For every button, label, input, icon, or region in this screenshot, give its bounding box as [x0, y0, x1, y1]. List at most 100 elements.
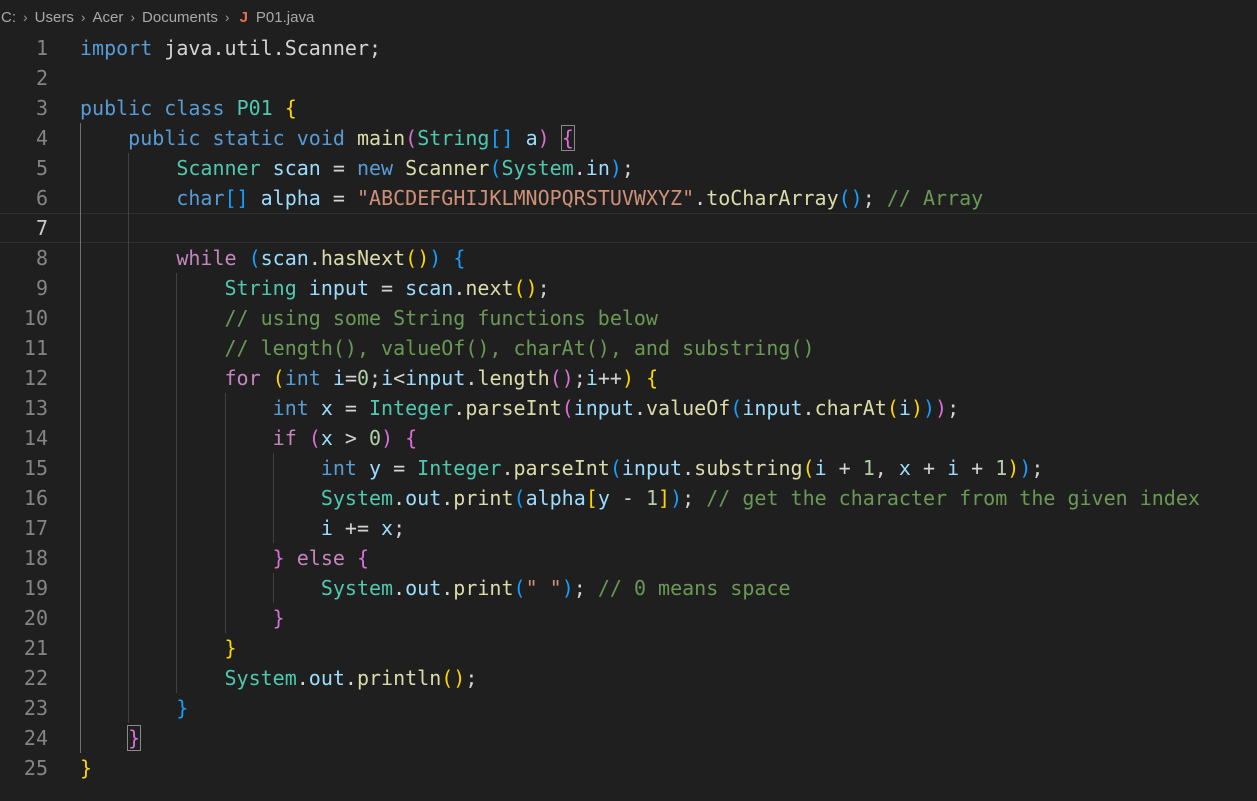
- breadcrumb-acer[interactable]: Acer: [92, 9, 125, 26]
- code-token: (): [405, 246, 430, 270]
- code-line[interactable]: 6 char[] alpha = "ABCDEFGHIJKLMNOPQRSTUV…: [0, 183, 1257, 213]
- code-line[interactable]: 9 String input = scan.next();: [0, 273, 1257, 303]
- code-token: input: [742, 396, 803, 420]
- code-line[interactable]: 22 System.out.println();: [0, 663, 1257, 693]
- code-editor[interactable]: 1 import java.util.Scanner; 2 3 public class…: [0, 33, 1257, 801]
- code-token: {: [405, 426, 418, 450]
- code-token: in: [585, 156, 610, 180]
- indent-guide: [128, 153, 130, 723]
- code-line[interactable]: 23 }: [0, 693, 1257, 723]
- code-line[interactable]: 3 public class P01 {: [0, 93, 1257, 123]
- code-token: [: [585, 486, 598, 510]
- code-token: int: [320, 456, 357, 480]
- indent-guide: [224, 393, 226, 633]
- code-line[interactable]: 4 public static void main(String[] a) {: [0, 123, 1257, 153]
- code-line[interactable]: 2: [0, 63, 1257, 93]
- code-token: 0: [356, 366, 370, 390]
- code-line[interactable]: 14 if (x > 0) {: [0, 423, 1257, 453]
- code-token: ]: [658, 486, 671, 510]
- code-token: ): [1019, 456, 1032, 480]
- line-number: 22: [23, 666, 48, 690]
- code-token: a: [525, 126, 538, 150]
- line-number: 21: [23, 636, 48, 660]
- code-line[interactable]: 21 }: [0, 633, 1257, 663]
- code-token: if: [272, 426, 297, 450]
- line-number: 23: [23, 696, 48, 720]
- code-line[interactable]: 17 i += x;: [0, 513, 1257, 543]
- code-token: char: [176, 186, 225, 210]
- code-line[interactable]: 24 }: [0, 723, 1257, 753]
- code-token: ;: [862, 186, 887, 210]
- code-token: .: [633, 396, 646, 420]
- code-text: }: [80, 753, 92, 783]
- code-line[interactable]: 10 // using some String functions below: [0, 303, 1257, 333]
- code-text: for (int i=0;i<input.length();i++) {: [80, 363, 659, 393]
- code-line[interactable]: 5 Scanner scan = new Scanner(System.in);: [0, 153, 1257, 183]
- breadcrumb-users[interactable]: Users: [34, 9, 75, 26]
- code-line[interactable]: 19 System.out.print(" "); // 0 means spa…: [0, 573, 1257, 603]
- code-token: input: [308, 276, 370, 300]
- code-token: +: [826, 456, 863, 480]
- code-line[interactable]: 18 } else {: [0, 543, 1257, 573]
- breadcrumb-documents[interactable]: Documents: [141, 9, 219, 26]
- breadcrumb-drive[interactable]: C:: [0, 9, 17, 26]
- code-token: ): [381, 426, 394, 450]
- code-line[interactable]: 25}: [0, 753, 1257, 783]
- indent-guide: [272, 453, 274, 543]
- code-line[interactable]: 8 while (scan.hasNext()) {: [0, 243, 1257, 273]
- code-token: valueOf: [645, 396, 731, 420]
- code-token: hasNext: [320, 246, 406, 270]
- code-line[interactable]: 16 System.out.print(alpha[y - 1]); // ge…: [0, 483, 1257, 513]
- line-number: 19: [23, 576, 48, 600]
- line-number: 7: [35, 216, 48, 240]
- code-token: (: [308, 426, 321, 450]
- code-line[interactable]: 7: [0, 213, 1257, 243]
- code-token: while: [176, 246, 237, 270]
- code-token: input: [621, 456, 683, 480]
- code-token: else: [296, 546, 345, 570]
- code-line[interactable]: 15 int y = Integer.parseInt(input.substr…: [0, 453, 1257, 483]
- code-token: ;: [621, 156, 634, 180]
- code-line[interactable]: 12 for (int i=0;i<input.length();i++) {: [0, 363, 1257, 393]
- code-token: <: [393, 366, 406, 390]
- code-token: print: [453, 576, 514, 600]
- code-token: ;: [393, 516, 406, 540]
- code-line[interactable]: 13 int x = Integer.parseInt(input.valueO…: [0, 393, 1257, 423]
- line-number: 18: [23, 546, 48, 570]
- code-line[interactable]: 11 // length(), valueOf(), charAt(), and…: [0, 333, 1257, 363]
- code-token: +: [959, 456, 996, 480]
- code-line[interactable]: 1 import java.util.Scanner;: [0, 33, 1257, 63]
- code-line[interactable]: 20 }: [0, 603, 1257, 633]
- code-token: String: [417, 126, 490, 150]
- code-token: .: [393, 576, 406, 600]
- breadcrumb-file[interactable]: P01.java: [255, 9, 315, 26]
- code-token: (): [441, 666, 466, 690]
- code-token: void: [296, 126, 345, 150]
- code-token: ): [935, 396, 948, 420]
- code-token: ): [429, 246, 442, 270]
- code-token: i: [814, 456, 827, 480]
- code-token: main: [356, 126, 406, 150]
- line-number: 1: [35, 36, 48, 60]
- code-token: import: [80, 36, 153, 60]
- code-text: }: [80, 603, 285, 633]
- code-token: {: [453, 246, 466, 270]
- code-token: i: [381, 366, 394, 390]
- code-token: // get the character from the given inde…: [706, 486, 1200, 510]
- code-token: =: [369, 276, 406, 300]
